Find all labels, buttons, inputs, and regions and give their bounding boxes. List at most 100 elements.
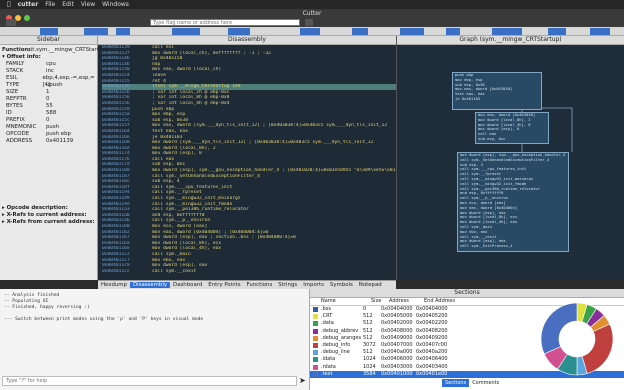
- menu-edit[interactable]: Edit: [62, 1, 74, 8]
- offset-info-row: STACK inc: [0, 68, 97, 75]
- disasm-instruction: sub esp, 0x38: [152, 117, 188, 123]
- graph-node-line: je 0x401183: [455, 96, 481, 101]
- overview-bar[interactable]: [0, 27, 624, 36]
- sidebar-toggle-icon[interactable]: [6, 19, 16, 26]
- menu-file[interactable]: File: [45, 1, 55, 8]
- section-name: .debug_line: [321, 349, 350, 356]
- section-name: .debug_aranges: [321, 334, 362, 341]
- section-end-address: 0x00402200: [416, 320, 448, 327]
- pie-slice-text: [540, 302, 578, 355]
- disasm-instruction: sub esp, 0xc: [152, 162, 186, 168]
- offset-info-row: BYTES 55: [0, 103, 97, 110]
- offset-info-value: push ebp: [46, 131, 71, 137]
- disasm-instruction: (fcn) sym.__mingw_CRTStartup 149: [152, 84, 241, 90]
- section-color-swatch: [313, 350, 318, 356]
- graph-node-entry[interactable]: push ebp mov ebp, esp sub esp, 0x38 mov eax…: [452, 72, 542, 110]
- disasm-instruction: call sym.___cpu_features_init: [152, 184, 233, 190]
- offset-info-header[interactable]: ▾ Offset info:: [0, 54, 41, 61]
- disasm-instruction: call eax: [152, 156, 175, 162]
- tab-symbols[interactable]: Symbols: [327, 282, 356, 288]
- section-end-address: 0x00403400: [416, 363, 448, 370]
- flag-search-input[interactable]: [150, 19, 300, 26]
- disasm-instruction: test eax, eax: [152, 128, 188, 134]
- offset-info-key: BYTES: [6, 103, 23, 109]
- offset-info-row: MNEMONIC push: [0, 124, 97, 131]
- disasm-instruction: ret 4: [152, 78, 166, 84]
- disasm-instruction: mov eax, dword [local_ch]: [152, 67, 222, 73]
- section-size: 512: [363, 349, 373, 356]
- disasm-instruction: leave: [152, 72, 166, 78]
- disassembly-panel: Disassembly 0x00401139 call esi 0x0040113f…: [98, 36, 396, 280]
- section-size: 1024: [363, 363, 376, 370]
- disasm-instruction: mov dword [local_ch], 0xffffffff ; -1 ; …: [152, 50, 271, 56]
- offset-info-key: REFPTR: [6, 96, 27, 102]
- section-size: 512: [363, 334, 373, 341]
- menu-windows[interactable]: Windows: [102, 1, 129, 8]
- menu-app[interactable]: cutter: [18, 1, 39, 8]
- section-name: .debug_info: [321, 341, 351, 348]
- section-name: .data: [321, 320, 334, 327]
- section-address: 0x00407000: [381, 341, 413, 348]
- offset-info-row: FAMILY cpu: [0, 61, 97, 68]
- section-color-swatch: [313, 371, 318, 377]
- opcode-desc-header[interactable]: ▸ Opcode description:: [0, 205, 68, 212]
- section-address: 0x00402000: [381, 320, 413, 327]
- disasm-line[interactable]: 0x004011cc call sym.__cexit: [102, 269, 396, 275]
- tab-notepad[interactable]: Notepad: [356, 282, 385, 288]
- section-color-swatch: [313, 307, 318, 313]
- tab-hexdump[interactable]: Hexdump: [98, 282, 130, 288]
- disasm-address: 0x004011cc: [102, 268, 130, 274]
- offset-info-row: ID 588: [0, 110, 97, 117]
- xrefs-from-header[interactable]: ▸ X-Refs from current address:: [0, 219, 95, 226]
- search-icon[interactable]: [305, 19, 313, 26]
- offset-info-value: 588: [46, 110, 57, 116]
- sidebar-panel: Sidebar Function: sit.sym.__mingw_CRTSta…: [0, 36, 106, 280]
- menu-view[interactable]: View: [81, 1, 95, 8]
- graph-node-line: sub esp, 0xc: [478, 136, 506, 141]
- disasm-instruction: call esi: [152, 45, 175, 50]
- run-arrow-icon[interactable]: ➤: [299, 376, 306, 386]
- graph-node-main[interactable]: mov dword [esp], sym.__gnu_exception_han…: [457, 152, 569, 252]
- tab-disassembly[interactable]: Disassembly: [129, 282, 171, 288]
- disasm-instruction: mov dword [local_8h], ecx: [152, 240, 222, 246]
- console-input[interactable]: [2, 376, 297, 386]
- tab-dashboard[interactable]: Dashboard: [170, 282, 205, 288]
- function-value[interactable]: sit.sym.__mingw_CRTStartup: [28, 47, 106, 54]
- pie-slice-debug_info: [581, 323, 614, 374]
- section-address: 0x00408000: [381, 327, 413, 334]
- function-label: Function:: [2, 47, 31, 53]
- tab-functions[interactable]: Functions: [244, 282, 276, 288]
- disasm-instruction: jg 0x401158: [152, 56, 183, 62]
- section-name: .CRT: [321, 313, 333, 320]
- tab-entry-points[interactable]: Entry Points: [205, 282, 243, 288]
- section-name: .debug_abbrev: [321, 327, 359, 334]
- disasm-instruction: ; var int local_4h @ ebp-0x4: [152, 100, 230, 106]
- offset-info-key: SIZE: [6, 89, 19, 95]
- tab-comments[interactable]: Comments: [469, 379, 502, 387]
- window-title: Cutter: [302, 10, 322, 17]
- disasm-instruction: call sym.__fpreset: [152, 190, 202, 196]
- graph-panel: Graph (sym.__mingw_CRTStartup) push ebp m…: [396, 36, 624, 280]
- sections-pie-chart: [540, 302, 614, 376]
- sections-column-header[interactable]: Size: [371, 298, 389, 305]
- offset-info-value: 55: [46, 103, 53, 109]
- sections-column-header[interactable]: Name: [313, 298, 371, 305]
- offset-info-row: ADDRESS 0x401139: [0, 138, 97, 145]
- tab-sections[interactable]: Sections: [442, 379, 470, 387]
- sections-column-header[interactable]: End Address: [424, 298, 464, 305]
- section-color-swatch: [313, 321, 318, 327]
- sections-column-header[interactable]: Address: [389, 298, 424, 305]
- offset-info-key: PREFIX: [6, 117, 25, 123]
- section-name: .idata: [321, 356, 336, 363]
- graph-node-tls[interactable]: mov eax, dword [0x403038] mov dword [loca…: [475, 112, 549, 144]
- apple-icon[interactable]: : [7, 1, 11, 8]
- section-end-address: 0x00401e00: [416, 370, 448, 377]
- disasm-instruction: call sym.__mingw32_init_mainargs: [152, 196, 241, 202]
- offset-info-row: REFPTR 0: [0, 96, 97, 103]
- xrefs-to-header[interactable]: ▸ X-Refs to current address:: [0, 212, 86, 219]
- tab-imports[interactable]: Imports: [300, 282, 327, 288]
- tab-strings[interactable]: Strings: [275, 282, 300, 288]
- section-size: 512: [363, 320, 373, 327]
- section-end-address: 0x00406400: [416, 356, 448, 363]
- section-size: 0: [363, 306, 367, 312]
